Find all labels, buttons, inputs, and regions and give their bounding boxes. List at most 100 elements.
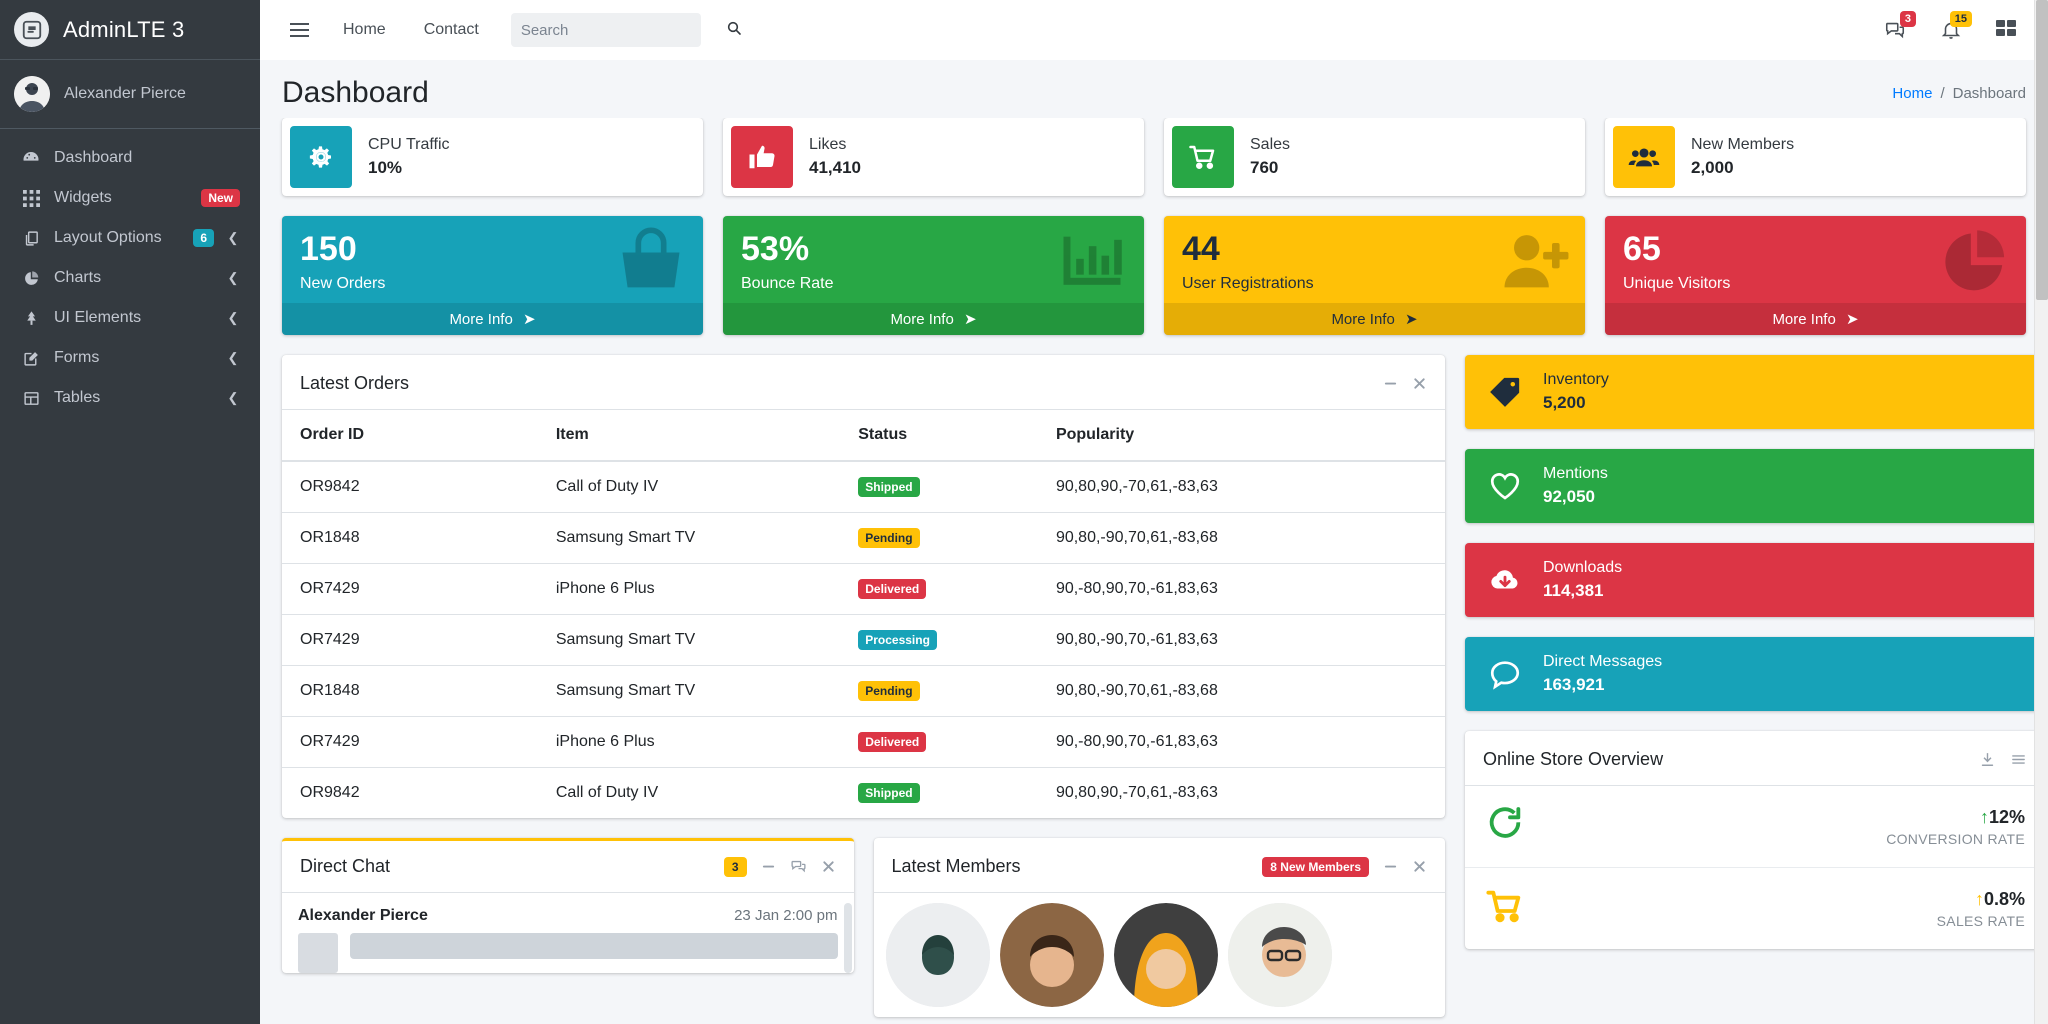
cell-order-id: OR7429 bbox=[282, 717, 538, 768]
cell-popularity: 90,-80,90,70,-61,83,63 bbox=[1038, 564, 1445, 615]
widget-downloads[interactable]: Downloads 114,381 bbox=[1465, 543, 2045, 617]
user-panel[interactable]: Alexander Pierce bbox=[0, 60, 260, 129]
small-box-col: 53% Bounce Rate bbox=[723, 216, 1144, 335]
page-scrollbar[interactable] bbox=[2034, 0, 2048, 1024]
hamburger-icon[interactable] bbox=[278, 15, 321, 45]
small-box-footer[interactable]: More Info ➤ bbox=[723, 303, 1144, 335]
close-icon[interactable] bbox=[821, 859, 836, 874]
direct-chat-card: Direct Chat 3 bbox=[282, 838, 854, 973]
small-box-user-registrations[interactable]: 44 User Registrations bbox=[1164, 216, 1585, 335]
small-box-new-orders[interactable]: 150 New Orders More Info ➤ bbox=[282, 216, 703, 335]
sidebar-item-forms[interactable]: Forms ❮ bbox=[8, 339, 252, 377]
member-avatar[interactable] bbox=[1114, 903, 1218, 1007]
cell-order-id: OR9842 bbox=[282, 461, 538, 513]
messages-button[interactable]: 3 bbox=[1870, 11, 1920, 49]
widget-direct-messages[interactable]: Direct Messages 163,921 bbox=[1465, 637, 2045, 711]
overview-label: CONVERSION RATE bbox=[1886, 831, 2025, 847]
chat-scrollbar[interactable] bbox=[844, 903, 852, 973]
cloud-download-icon bbox=[1485, 563, 1525, 597]
chat-timestamp: 23 Jan 2:00 pm bbox=[734, 907, 837, 924]
table-row[interactable]: OR7429 iPhone 6 Plus Delivered 90,-80,90… bbox=[282, 717, 1445, 768]
minimize-icon[interactable] bbox=[1383, 376, 1398, 391]
info-box-likes[interactable]: Likes 41,410 bbox=[723, 118, 1144, 196]
user-name: Alexander Pierce bbox=[64, 85, 186, 103]
bottom-cards-row: Direct Chat 3 bbox=[282, 838, 1445, 1017]
widget-mentions[interactable]: Mentions 92,050 bbox=[1465, 449, 2045, 523]
thumbs-up-icon bbox=[731, 126, 793, 188]
table-row[interactable]: OR9842 Call of Duty IV Shipped 90,80,90,… bbox=[282, 768, 1445, 819]
cell-item: Call of Duty IV bbox=[538, 768, 840, 819]
small-box-bounce-rate[interactable]: 53% Bounce Rate bbox=[723, 216, 1144, 335]
search-icon[interactable] bbox=[726, 20, 742, 41]
info-box-cpu-traffic[interactable]: CPU Traffic 10% bbox=[282, 118, 703, 196]
small-box-inner: 150 New Orders bbox=[282, 216, 703, 303]
direct-chat-body: Alexander Pierce 23 Jan 2:00 pm bbox=[282, 893, 854, 973]
close-icon[interactable] bbox=[1412, 859, 1427, 874]
table-row[interactable]: OR7429 Samsung Smart TV Processing 90,80… bbox=[282, 615, 1445, 666]
shopping-bag-icon bbox=[613, 224, 689, 305]
sidebar-item-layout-options[interactable]: Layout Options 6 ❮ bbox=[8, 219, 252, 257]
status-badge: Shipped bbox=[858, 477, 919, 497]
close-icon[interactable] bbox=[1412, 376, 1427, 391]
search-input[interactable] bbox=[521, 22, 720, 39]
small-box-footer-label: More Info bbox=[890, 311, 953, 328]
cell-item: iPhone 6 Plus bbox=[538, 564, 840, 615]
small-box-footer[interactable]: More Info ➤ bbox=[1605, 303, 2026, 335]
search-box[interactable] bbox=[511, 13, 701, 47]
cell-item: Samsung Smart TV bbox=[538, 615, 840, 666]
bars-icon[interactable] bbox=[2010, 751, 2027, 768]
sidebar-item-label: Charts bbox=[54, 269, 214, 287]
status-badge: Delivered bbox=[858, 732, 926, 752]
widget-inventory[interactable]: Inventory 5,200 bbox=[1465, 355, 2045, 429]
brand-link[interactable]: AdminLTE 3 bbox=[0, 0, 260, 60]
topnav-link-contact[interactable]: Contact bbox=[408, 13, 495, 47]
status-badge: Pending bbox=[858, 528, 919, 548]
info-box-new-members[interactable]: New Members 2,000 bbox=[1605, 118, 2026, 196]
arrow-circle-right-icon: ➤ bbox=[1405, 311, 1418, 328]
widget-text: Direct Messages 163,921 bbox=[1543, 653, 1662, 695]
table-row[interactable]: OR1848 Samsung Smart TV Pending 90,80,-9… bbox=[282, 513, 1445, 564]
app-root: AdminLTE 3 Alexander Pierce bbox=[0, 0, 2048, 1024]
sidebar-item-widgets[interactable]: Widgets New bbox=[8, 179, 252, 217]
member-avatar[interactable] bbox=[886, 903, 990, 1007]
info-box-sales[interactable]: Sales 760 bbox=[1164, 118, 1585, 196]
breadcrumb-home[interactable]: Home bbox=[1892, 85, 1932, 102]
sidebar-item-label: Widgets bbox=[54, 189, 189, 207]
notifications-button[interactable]: 15 bbox=[1926, 11, 1976, 49]
widget-value: 114,381 bbox=[1543, 581, 1622, 601]
table-row[interactable]: OR9842 Call of Duty IV Shipped 90,80,90,… bbox=[282, 461, 1445, 513]
chevron-left-icon: ❮ bbox=[226, 230, 240, 246]
sidebar-item-label: Tables bbox=[54, 389, 214, 407]
small-box-footer[interactable]: More Info ➤ bbox=[1164, 303, 1585, 335]
sidebar-item-ui-elements[interactable]: UI Elements ❮ bbox=[8, 299, 252, 337]
sidebar-item-label: Layout Options bbox=[54, 229, 181, 247]
sidebar-item-dashboard[interactable]: Dashboard bbox=[8, 139, 252, 177]
sidebar-item-tables[interactable]: Tables ❮ bbox=[8, 379, 252, 417]
minimize-icon[interactable] bbox=[761, 859, 776, 874]
small-box-footer[interactable]: More Info ➤ bbox=[282, 303, 703, 335]
download-icon[interactable] bbox=[1979, 751, 1996, 768]
table-row[interactable]: OR1848 Samsung Smart TV Pending 90,80,-9… bbox=[282, 666, 1445, 717]
minimize-icon[interactable] bbox=[1383, 859, 1398, 874]
avatar bbox=[14, 76, 50, 112]
topnav-link-home[interactable]: Home bbox=[327, 13, 402, 47]
apps-button[interactable] bbox=[1982, 12, 2030, 48]
member-avatar[interactable] bbox=[1000, 903, 1104, 1007]
table-header-row: Order ID Item Status Popularity bbox=[282, 410, 1445, 461]
messages-badge: 3 bbox=[1900, 11, 1916, 27]
status-badge: Pending bbox=[858, 681, 919, 701]
table-row[interactable]: OR7429 iPhone 6 Plus Delivered 90,-80,90… bbox=[282, 564, 1445, 615]
card-header: Latest Orders bbox=[282, 358, 1445, 410]
card-body: Order ID Item Status Popularity OR9842 bbox=[282, 410, 1445, 818]
latest-orders-table: Order ID Item Status Popularity OR9842 bbox=[282, 410, 1445, 818]
sidebar-item-charts[interactable]: Charts ❮ bbox=[8, 259, 252, 297]
chat-message-body bbox=[298, 933, 838, 973]
table-body: OR9842 Call of Duty IV Shipped 90,80,90,… bbox=[282, 461, 1445, 818]
card-tools: 8 New Members bbox=[1262, 857, 1427, 877]
status-badge: Shipped bbox=[858, 783, 919, 803]
scrollbar-thumb[interactable] bbox=[2036, 0, 2048, 300]
chevron-left-icon: ❮ bbox=[226, 350, 240, 366]
member-avatar[interactable] bbox=[1228, 903, 1332, 1007]
small-box-unique-visitors[interactable]: 65 Unique Visitors More Info ➤ bbox=[1605, 216, 2026, 335]
comments-icon[interactable] bbox=[790, 858, 807, 875]
